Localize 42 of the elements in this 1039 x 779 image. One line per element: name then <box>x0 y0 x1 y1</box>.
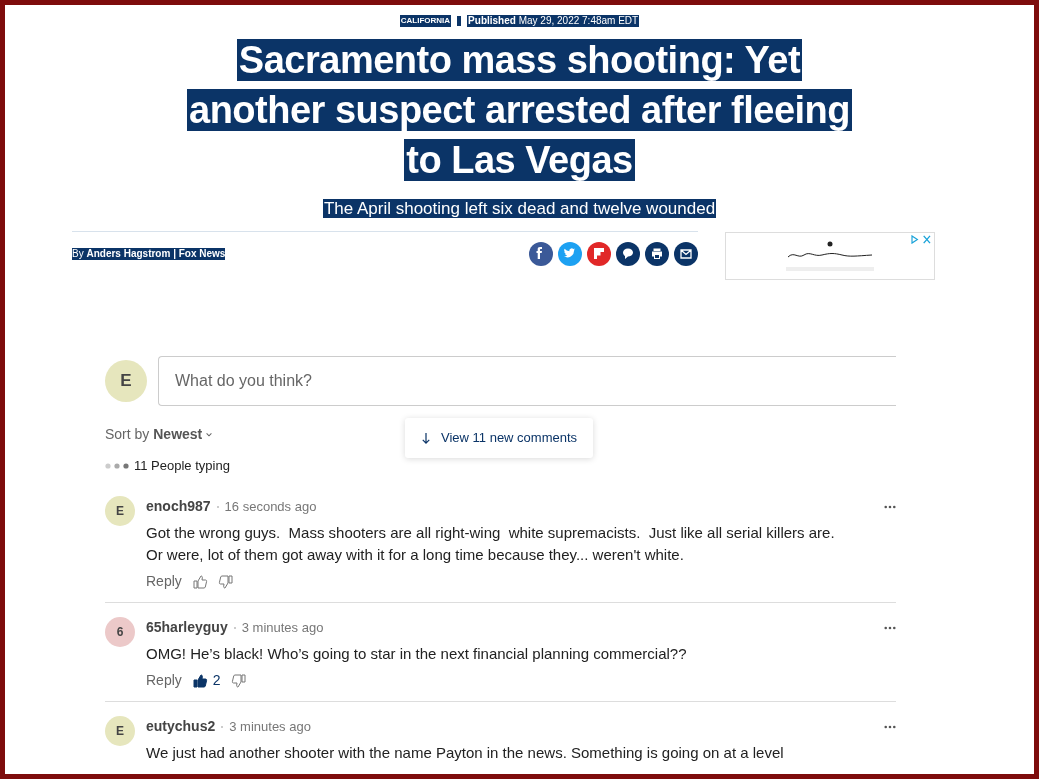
comment-timestamp: 16 seconds ago <box>224 497 317 516</box>
comment-input[interactable]: What do you think? <box>158 356 896 406</box>
chevron-down-icon <box>205 430 214 439</box>
subheadline: The April shooting left six dead and twelve wounded <box>322 199 717 218</box>
typing-dots-icon <box>105 462 129 469</box>
thumbs-up-icon[interactable] <box>191 573 208 590</box>
thumbs-down-icon[interactable] <box>217 573 234 590</box>
comment-text: Got the wrong guys. Mass shooters are all right-wing white supremacists. Just like all serial killers are. Or were, lot of them got away with it for a long time because they... weren't white. <box>146 522 836 565</box>
like-count: 2 <box>212 671 221 690</box>
thumbs-down-icon[interactable] <box>230 672 247 689</box>
reply-button[interactable]: Reply <box>146 670 182 691</box>
headline: Sacramento mass shooting: Yet another suspect arrested after fleeing to Las Vegas <box>186 38 853 183</box>
twitter-icon[interactable] <box>557 242 582 266</box>
category-tag[interactable]: CALIFORNIA <box>399 15 452 27</box>
sort-dropdown[interactable]: Sort by Newest <box>105 424 214 445</box>
byline: By Anders Hagstrom | Fox News <box>72 248 226 260</box>
arrow-down-icon <box>421 431 431 445</box>
comment-author[interactable]: 65harleyguy <box>146 617 228 638</box>
comment-text: OMG! He’s black! Who’s going to star in the next financial planning commercial?? <box>146 643 688 664</box>
more-options-icon[interactable] <box>884 504 896 509</box>
flipboard-icon[interactable] <box>586 242 611 266</box>
more-options-icon[interactable] <box>884 625 896 630</box>
typing-indicator: 11 People typing <box>134 457 230 475</box>
speech-bubble-icon[interactable] <box>615 242 640 266</box>
comment-author[interactable]: enoch987 <box>146 496 211 517</box>
comment-timestamp: 3 minutes ago <box>229 717 311 736</box>
commenter-avatar[interactable]: 6 <box>105 616 135 647</box>
comment-timestamp: 3 minutes ago <box>241 618 324 637</box>
comment-author[interactable]: eutychus2 <box>146 716 216 737</box>
user-avatar: E <box>105 360 147 402</box>
comment-text: We just had another shooter with the name Payton in the news. Something is going on at a level <box>146 742 785 763</box>
commenter-avatar[interactable]: E <box>105 715 135 746</box>
reply-button[interactable]: Reply <box>146 571 182 592</box>
commenter-avatar[interactable]: E <box>105 495 135 526</box>
new-comments-button[interactable]: View 11 new comments <box>405 418 594 458</box>
facebook-icon[interactable] <box>528 242 553 266</box>
thumbs-up-icon[interactable] <box>191 672 208 689</box>
email-icon[interactable] <box>673 242 698 266</box>
more-options-icon[interactable] <box>884 724 896 729</box>
ad-choices-icon[interactable] <box>910 235 932 244</box>
print-icon[interactable] <box>644 242 669 266</box>
published-date: Published May 29, 2022 7:48am EDT <box>467 15 640 27</box>
